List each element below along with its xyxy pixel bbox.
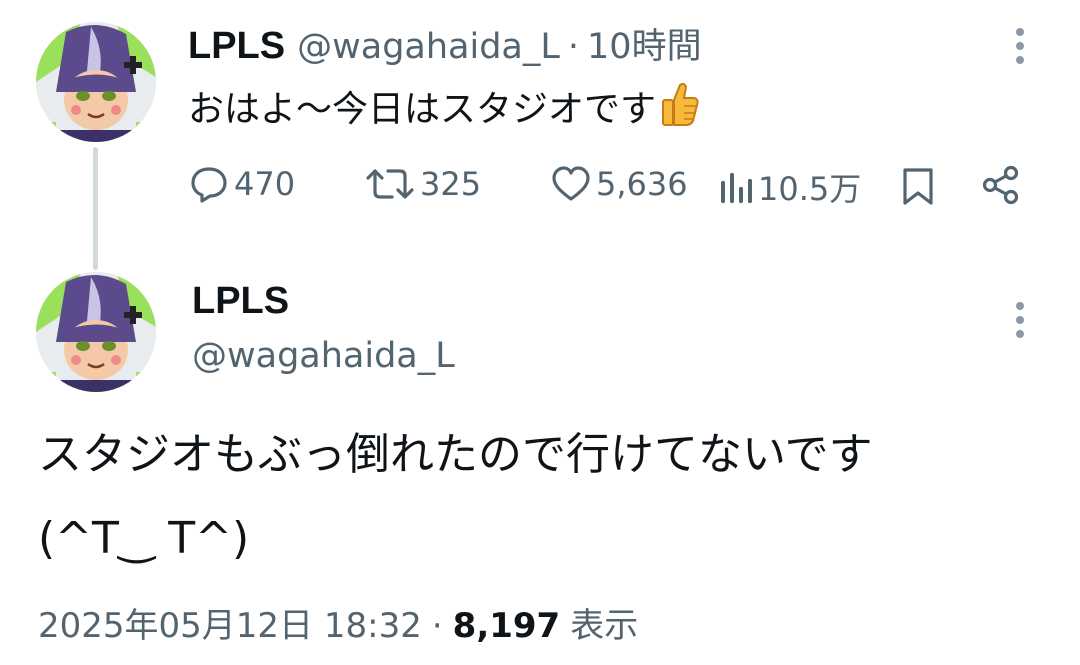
thread-line (93, 147, 98, 270)
tweet-date[interactable]: 2025年05月12日 18:32 (38, 598, 422, 647)
bookmark-icon (903, 168, 933, 205)
timestamp[interactable]: 10時間 (587, 18, 702, 69)
parent-text: おはよ〜今日はスタジオです (188, 80, 700, 132)
separator: · (567, 27, 580, 67)
avatar-image (36, 272, 156, 392)
reply-button[interactable]: 470 (188, 164, 295, 204)
avatar-image (36, 22, 156, 142)
parent-header: LPLS @wagahaida_L · 10時間 (188, 18, 702, 69)
more-icon[interactable] (1010, 302, 1030, 342)
tweet-text: おはよ〜今日はスタジオです (188, 89, 657, 130)
retweet-icon (366, 169, 414, 199)
views-count: 8,197 (452, 606, 561, 646)
views-button[interactable]: 10.5万 (718, 164, 861, 210)
views-icon (721, 173, 752, 203)
avatar[interactable] (36, 22, 156, 142)
author-name[interactable]: LPLS (192, 280, 289, 323)
reply-icon (191, 167, 227, 203)
retweet-count: 325 (420, 165, 482, 203)
views-label: 表示 (570, 606, 639, 646)
share-button[interactable] (980, 164, 1022, 210)
tweet-text: スタジオもぶっ倒れたので行けてないです (38, 429, 873, 480)
like-icon (552, 166, 590, 201)
author-name[interactable]: LPLS (188, 25, 285, 68)
reply-count: 470 (234, 165, 296, 203)
more-icon[interactable] (1010, 28, 1030, 68)
like-button[interactable]: 5,636 (550, 164, 688, 204)
tweet-text-line2: (^T‿ T^) (38, 513, 250, 564)
retweet-button[interactable]: 325 (364, 164, 481, 204)
tweet-meta: 2025年05月12日 18:32 · 8,197 表示 (38, 598, 638, 647)
share-icon (982, 165, 1019, 205)
author-handle[interactable]: @wagahaida_L (297, 27, 560, 67)
bookmark-button[interactable] (900, 166, 936, 210)
view-count: 10.5万 (758, 170, 862, 208)
separator: · (431, 606, 443, 646)
thumbs-up-emoji (660, 82, 700, 130)
author-handle[interactable]: @wagahaida_L (192, 336, 455, 376)
like-count: 5,636 (596, 165, 688, 203)
avatar[interactable] (36, 272, 156, 392)
